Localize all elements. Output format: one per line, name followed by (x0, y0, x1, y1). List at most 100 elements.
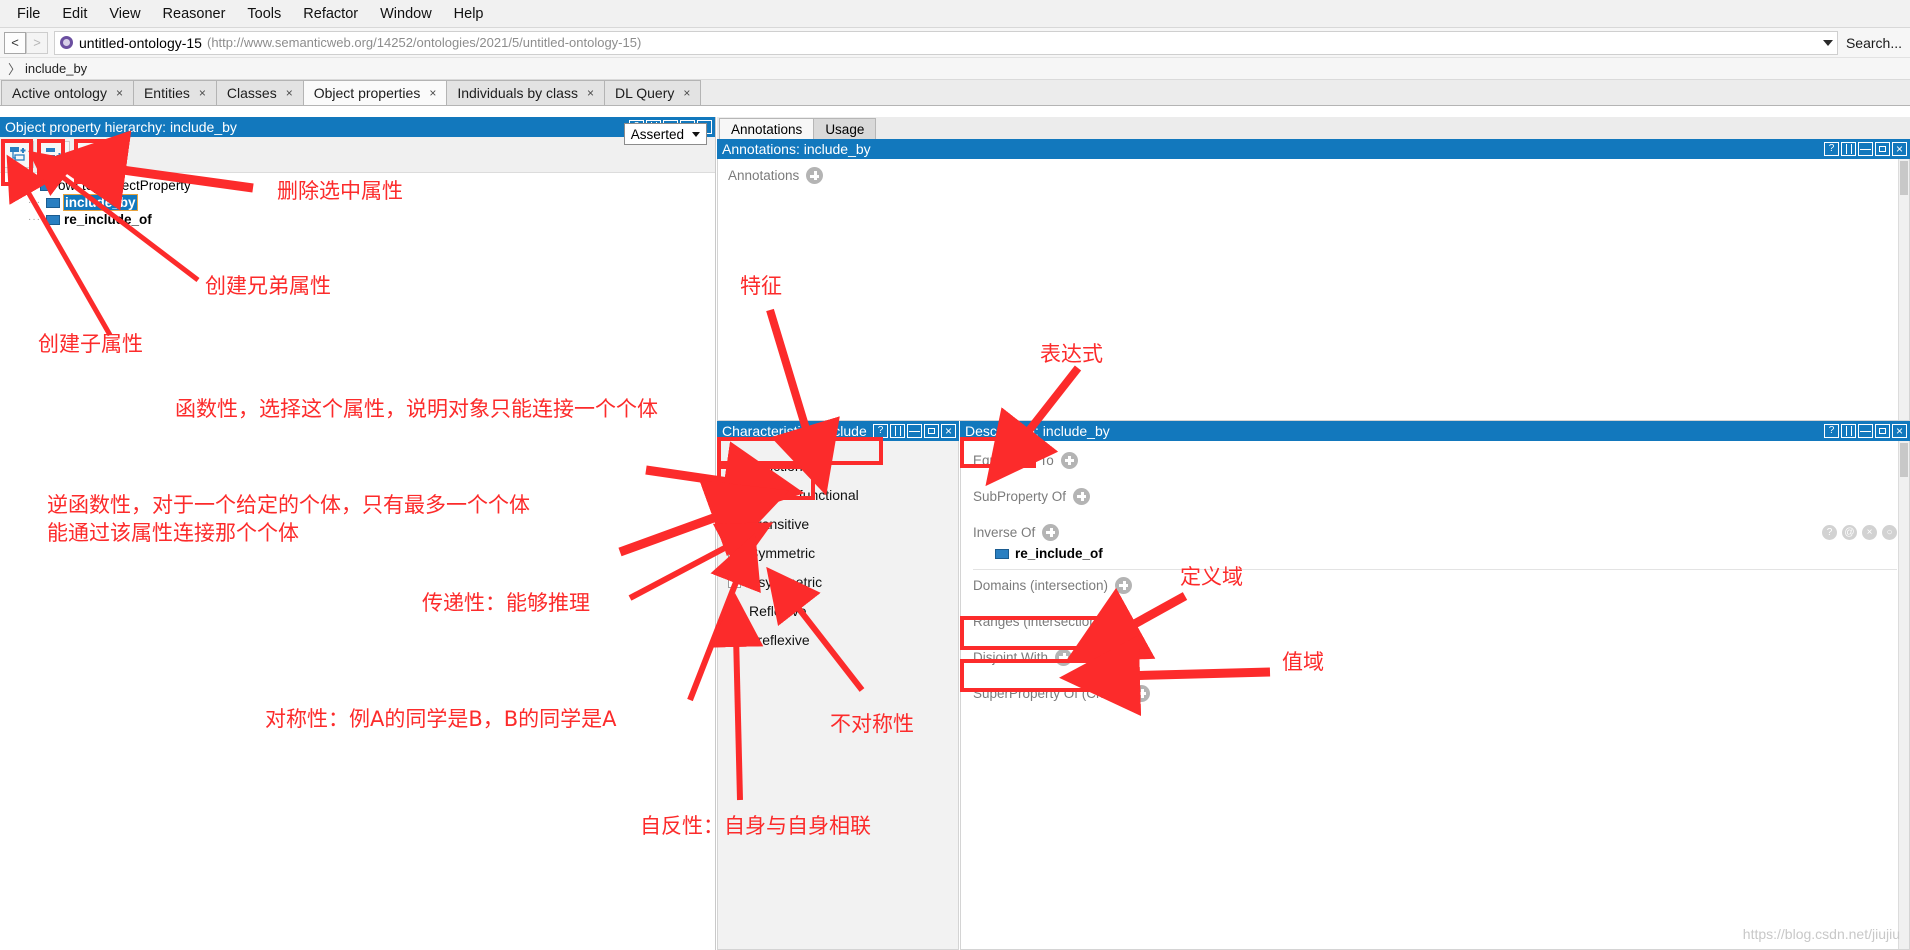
close-icon[interactable]: × (199, 86, 206, 100)
breadcrumb-label[interactable]: include_by (25, 61, 87, 76)
add-range-button[interactable] (1108, 612, 1126, 630)
hsplit-view-icon[interactable] (1858, 424, 1873, 438)
menu-item-view[interactable]: View (98, 3, 151, 25)
help-icon[interactable] (873, 424, 888, 438)
right-area: Annotations Usage Annotations: include_b… (717, 117, 1910, 950)
add-domain-button[interactable] (1115, 576, 1133, 594)
split-view-icon[interactable] (1841, 424, 1856, 438)
tree-node-label: re_include_of (64, 212, 152, 227)
tree-guide: ··· (28, 197, 41, 208)
divider (973, 569, 1897, 570)
reasoner-selector[interactable]: Asserted (623, 123, 707, 145)
tab-annotations[interactable]: Annotations (719, 118, 815, 139)
annotations-row: Annotations (728, 167, 1899, 184)
tree-node-include-by[interactable]: ··· include_by (6, 194, 715, 211)
checkbox-row-reflexive[interactable]: Reflexive (728, 596, 958, 625)
menu-item-refactor[interactable]: Refactor (292, 3, 369, 25)
tree-node-re-include-of[interactable]: ··· re_include_of (6, 211, 715, 228)
checkbox-row-symmetric[interactable]: Symmetric (728, 538, 958, 567)
close-icon[interactable]: × (116, 86, 123, 100)
checkbox-reflexive[interactable] (728, 604, 741, 617)
breadcrumb: 〉 include_by (0, 58, 1910, 80)
maximize-icon[interactable] (1875, 142, 1890, 156)
checkbox-row-functional[interactable]: Functional (728, 451, 958, 480)
ontology-iri-field[interactable]: untitled-ontology-15 (http://www.semanti… (54, 30, 1838, 55)
maximize-icon[interactable] (1875, 424, 1890, 438)
checkbox-symmetric[interactable] (728, 546, 741, 559)
inverse-of-value-row[interactable]: re_include_of (995, 546, 1897, 561)
add-subproperty-button[interactable] (4, 141, 34, 168)
checkbox-row-transitive[interactable]: Transitive (728, 509, 958, 538)
object-property-icon (995, 548, 1009, 559)
edit-icon[interactable]: ○ (1882, 524, 1897, 540)
add-superproperty-chain-button[interactable] (1133, 684, 1151, 702)
checkbox-row-asymmetric[interactable]: Asymmetric (728, 567, 958, 596)
annotations-panel: Annotations: include_by Annotations (717, 139, 1910, 421)
ontology-url: (http://www.semanticweb.org/14252/ontolo… (206, 35, 642, 50)
close-icon[interactable] (941, 424, 956, 438)
tab-object-properties[interactable]: Object properties × (302, 80, 448, 105)
help-icon[interactable] (1824, 142, 1839, 156)
checkbox-transitive[interactable] (728, 517, 741, 530)
maximize-icon[interactable] (924, 424, 939, 438)
add-sibling-property-button[interactable] (40, 141, 70, 168)
add-disjoint-with-button[interactable] (1055, 648, 1073, 666)
scrollbar-thumb[interactable] (1900, 161, 1908, 195)
chevron-down-icon[interactable] (1822, 39, 1833, 46)
tab-label: Individuals by class (457, 85, 578, 101)
expander-icon[interactable]: ▼ (6, 181, 18, 191)
tree-node-owl-topobjectproperty[interactable]: ▼ ··· owl:topObjectProperty (6, 177, 715, 194)
reasoner-selector-value: Asserted (630, 126, 684, 142)
close-icon[interactable] (1892, 142, 1907, 156)
annotate-icon[interactable]: @ (1842, 524, 1857, 540)
menu-item-tools[interactable]: Tools (236, 3, 292, 25)
forward-button[interactable]: > (26, 31, 48, 54)
close-icon[interactable] (1892, 424, 1907, 438)
checkbox-label: Inverse functional (749, 486, 859, 503)
search-button[interactable]: Search... (1846, 35, 1902, 51)
back-button[interactable]: < (4, 31, 26, 54)
checkbox-row-inverse-functional[interactable]: Inverse functional (728, 480, 958, 509)
tab-entities[interactable]: Entities × (132, 80, 217, 105)
close-icon[interactable]: × (683, 86, 690, 100)
tab-label: Classes (226, 85, 277, 101)
checkbox-label: Asymmetric (749, 573, 823, 590)
menu-item-window[interactable]: Window (369, 3, 443, 25)
menu-item-file[interactable]: File (6, 3, 51, 25)
hsplit-view-icon[interactable] (907, 424, 922, 438)
checkbox-functional[interactable] (728, 459, 741, 472)
help-icon[interactable]: ? (1822, 524, 1837, 540)
checkbox-asymmetric[interactable] (728, 575, 741, 588)
tab-usage[interactable]: Usage (813, 118, 877, 139)
add-subproperty-of-button[interactable] (1073, 487, 1091, 505)
scrollbar-thumb[interactable] (1900, 443, 1908, 477)
checkbox-inverse-functional[interactable] (728, 488, 741, 501)
add-inverse-of-button[interactable] (1042, 523, 1060, 541)
close-icon[interactable]: × (429, 86, 436, 100)
menu-item-reasoner[interactable]: Reasoner (152, 3, 237, 25)
split-view-icon[interactable] (890, 424, 905, 438)
annotations-scrollbar[interactable] (1898, 159, 1909, 420)
tab-active-ontology[interactable]: Active ontology × (1, 80, 134, 105)
add-annotation-button[interactable] (806, 167, 824, 184)
menu-item-help[interactable]: Help (443, 3, 495, 25)
add-equivalent-to-button[interactable] (1060, 451, 1078, 469)
split-view-icon[interactable] (1841, 142, 1856, 156)
description-scrollbar[interactable] (1898, 441, 1909, 949)
tab-dl-query[interactable]: DL Query × (603, 80, 702, 105)
row-action-icons: ? @ × ○ (1822, 524, 1897, 540)
close-icon[interactable]: × (587, 86, 594, 100)
menu-item-edit[interactable]: Edit (51, 3, 98, 25)
help-icon[interactable] (1824, 424, 1839, 438)
tab-classes[interactable]: Classes × (215, 80, 304, 105)
delete-icon[interactable]: × (1862, 524, 1877, 540)
tab-individuals-by-class[interactable]: Individuals by class × (446, 80, 605, 105)
close-icon[interactable]: × (286, 86, 293, 100)
delete-property-button[interactable] (76, 141, 106, 168)
annotations-row-label: Annotations (728, 168, 800, 183)
hierarchy-panel-title-text: Object property hierarchy: include_by (5, 119, 237, 135)
checkbox-row-irreflexive[interactable]: Irreflexive (728, 625, 958, 654)
tree-guide: ··· (28, 214, 41, 225)
hsplit-view-icon[interactable] (1858, 142, 1873, 156)
checkbox-irreflexive[interactable] (728, 633, 741, 646)
